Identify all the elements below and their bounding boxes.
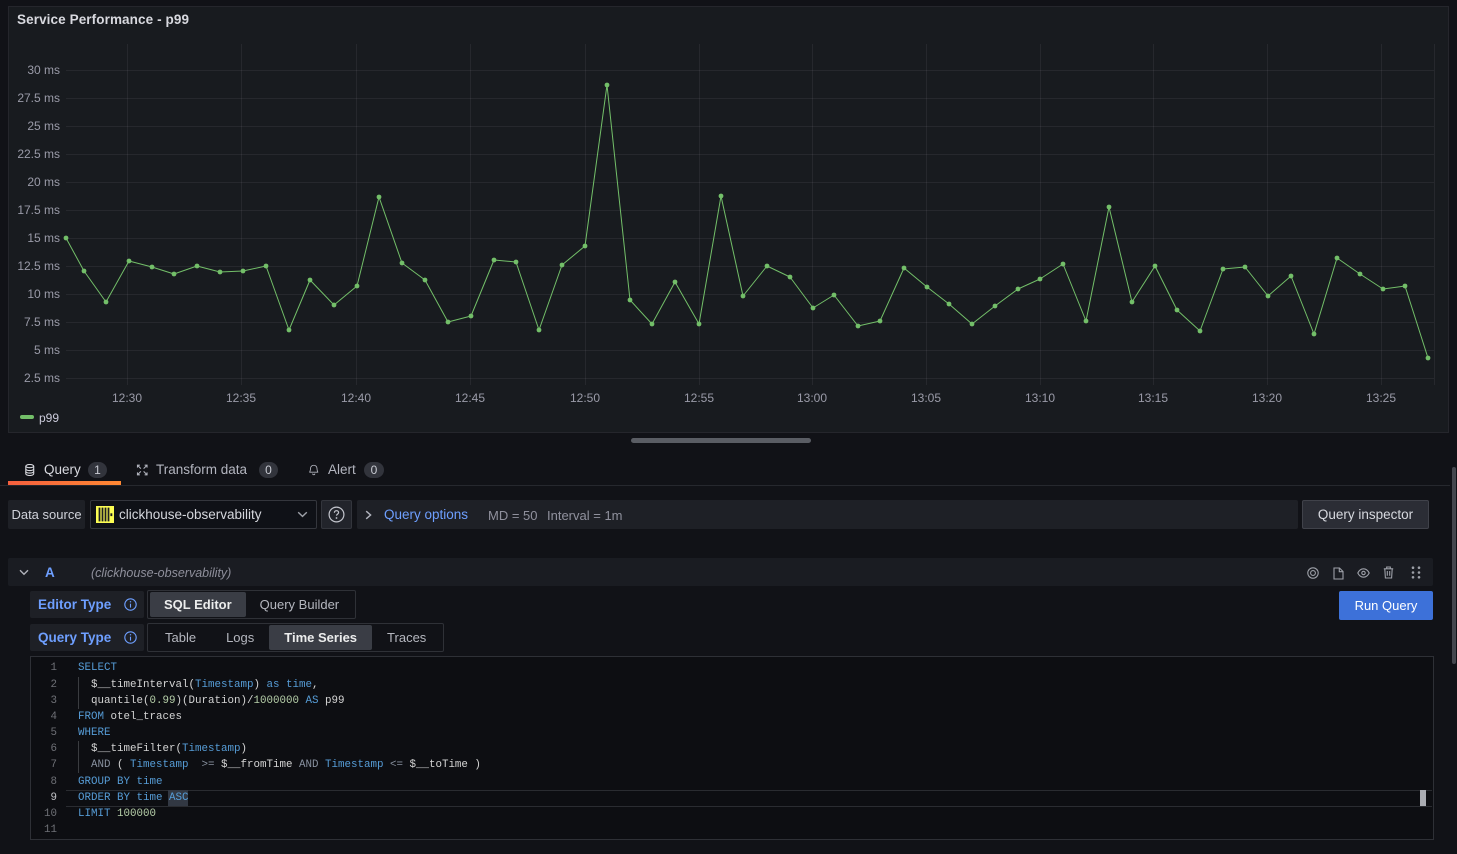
svg-text:p99: p99 [39,411,59,425]
svg-text:15 ms: 15 ms [27,231,60,245]
svg-text:27.5 ms: 27.5 ms [17,91,60,105]
svg-text:13:20: 13:20 [1252,391,1282,405]
svg-text:2.5 ms: 2.5 ms [24,371,60,385]
svg-text:13:10: 13:10 [1025,391,1055,405]
svg-text:10 ms: 10 ms [27,287,60,301]
svg-text:12:35: 12:35 [226,391,256,405]
svg-text:12.5 ms: 12.5 ms [17,259,60,273]
svg-text:13:15: 13:15 [1138,391,1168,405]
svg-text:7.5 ms: 7.5 ms [24,315,60,329]
svg-text:20 ms: 20 ms [27,175,60,189]
svg-text:13:25: 13:25 [1366,391,1396,405]
svg-text:12:45: 12:45 [455,391,485,405]
svg-text:12:50: 12:50 [570,391,600,405]
svg-text:5 ms: 5 ms [34,343,60,357]
svg-text:17.5 ms: 17.5 ms [17,203,60,217]
svg-text:30 ms: 30 ms [27,63,60,77]
svg-text:12:40: 12:40 [341,391,371,405]
svg-text:13:05: 13:05 [911,391,941,405]
svg-text:25 ms: 25 ms [27,119,60,133]
svg-text:22.5 ms: 22.5 ms [17,147,60,161]
svg-text:13:00: 13:00 [797,391,827,405]
svg-text:12:30: 12:30 [112,391,142,405]
svg-text:12:55: 12:55 [684,391,714,405]
